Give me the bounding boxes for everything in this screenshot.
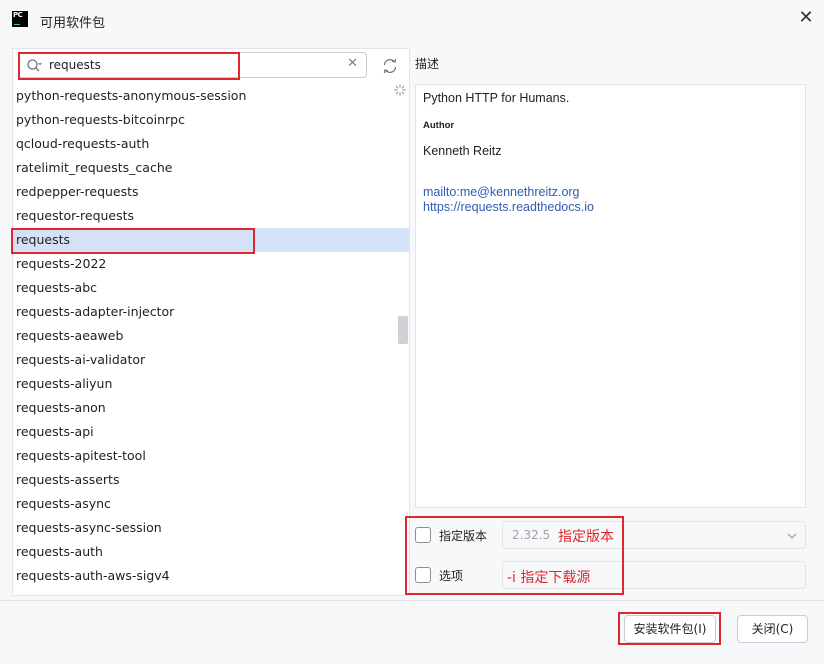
docs-link[interactable]: https://requests.readthedocs.io xyxy=(423,200,594,214)
list-item[interactable]: requests-adapter-injector xyxy=(13,300,409,324)
list-item[interactable]: qcloud-requests-auth xyxy=(13,132,409,156)
refresh-icon[interactable] xyxy=(381,57,399,75)
clear-icon[interactable]: ✕ xyxy=(347,56,358,71)
annotation-version-note: 指定版本 xyxy=(558,529,614,545)
list-item[interactable]: requestor-requests xyxy=(13,204,409,228)
list-item[interactable]: requests-anon xyxy=(13,396,409,420)
annotation-box-search xyxy=(18,52,240,80)
list-item[interactable]: requests-abc xyxy=(13,276,409,300)
list-item[interactable]: requests-apitest-tool xyxy=(13,444,409,468)
list-item[interactable]: requests-aliyun xyxy=(13,372,409,396)
window-title: 可用软件包 xyxy=(40,16,106,31)
description-summary: Python HTTP for Humans. xyxy=(423,91,570,105)
package-list: python-requests-anonymous-session python-… xyxy=(13,84,409,588)
author-heading: Author xyxy=(423,120,455,131)
author-name: Kenneth Reitz xyxy=(423,144,502,158)
list-item[interactable]: requests-ai-validator xyxy=(13,348,409,372)
footer-divider xyxy=(0,600,824,601)
list-item[interactable]: python-requests-bitcoinrpc xyxy=(13,108,409,132)
chevron-down-icon xyxy=(787,533,797,539)
list-item[interactable]: requests-aeaweb xyxy=(13,324,409,348)
list-item[interactable]: requests-async-session xyxy=(13,516,409,540)
list-item[interactable]: requests-2022 xyxy=(13,252,409,276)
description-label: 描述 xyxy=(415,57,440,71)
title-bar: PC 可用软件包 ✕ xyxy=(0,0,824,40)
list-item[interactable]: python-requests-anonymous-session xyxy=(13,84,409,108)
list-item[interactable]: requests-asserts xyxy=(13,468,409,492)
list-item[interactable]: redpepper-requests xyxy=(13,180,409,204)
list-scrollbar[interactable] xyxy=(398,316,408,344)
annotation-box-selected xyxy=(11,228,255,254)
annotation-source-note: -i 指定下载源 xyxy=(507,570,591,586)
list-item[interactable]: ratelimit_requests_cache xyxy=(13,156,409,180)
spinner-icon xyxy=(394,84,406,96)
list-item[interactable]: requests-auth xyxy=(13,540,409,564)
close-icon[interactable]: ✕ xyxy=(798,8,814,28)
list-item[interactable]: requests-async xyxy=(13,492,409,516)
list-item[interactable]: requests-api xyxy=(13,420,409,444)
description-panel: Python HTTP for Humans. Author Kenneth R… xyxy=(415,84,806,508)
list-item[interactable]: requests-auth-aws-sigv4 xyxy=(13,564,409,588)
email-link[interactable]: mailto:me@kennethreitz.org xyxy=(423,185,580,199)
close-button[interactable]: 关闭(C) xyxy=(737,615,808,643)
pycharm-logo-icon: PC xyxy=(12,11,28,27)
install-package-button[interactable]: 安装软件包(I) xyxy=(624,615,716,643)
